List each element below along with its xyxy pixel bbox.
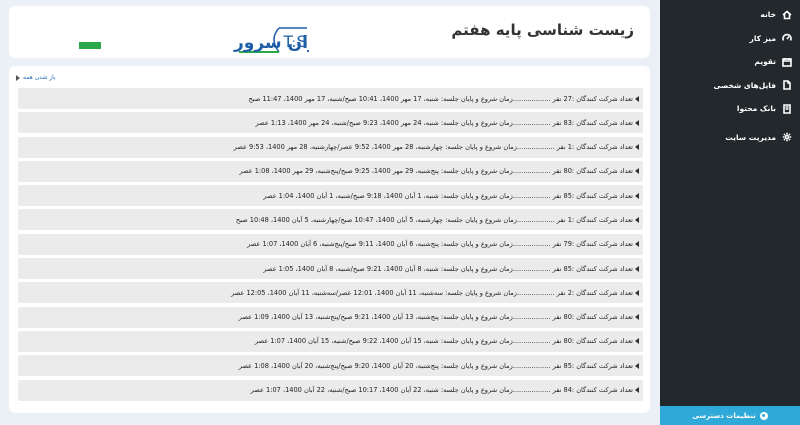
- accessibility-settings-button[interactable]: تنظیمات دسترسی: [660, 406, 800, 425]
- table-row[interactable]: تعداد شرکت کنندگان :2 نفر ..............…: [18, 282, 643, 304]
- accessibility-label: تنظیمات دسترسی: [692, 411, 756, 420]
- table-row[interactable]: تعداد شرکت کنندگان :27 نفر .............…: [18, 88, 643, 109]
- caret-left-icon: [635, 289, 639, 296]
- caret-left-icon: [635, 265, 639, 272]
- gear-icon: [781, 132, 792, 143]
- logo-site-text: تهران‌ سرور: [233, 33, 309, 53]
- caret-left-icon: [635, 119, 639, 126]
- caret-left-icon: [635, 168, 639, 175]
- file-icon: [781, 80, 792, 91]
- session-summary: تعداد شرکت کنندگان :2 نفر ..............…: [231, 288, 633, 297]
- sidebar-item-content-bank[interactable]: بانک محتوا: [660, 97, 800, 121]
- caret-left-icon: [635, 144, 639, 151]
- caret-left-icon: [635, 192, 639, 199]
- session-summary: تعداد شرکت کنندگان :80 نفر .............…: [238, 313, 633, 322]
- table-row[interactable]: تعداد شرکت کنندگان :79 نفر .............…: [18, 233, 643, 255]
- session-summary: تعداد شرکت کنندگان :79 نفر .............…: [247, 240, 633, 249]
- sidebar-item-label: فایل‌های شخصی: [713, 80, 777, 90]
- caret-left-icon: [635, 95, 639, 102]
- sidebar-item-label: خانه: [760, 10, 776, 20]
- sessions-panel: باز شدن همه تعداد شرکت کنندگان :27 نفر .…: [9, 66, 650, 413]
- caret-left-icon: [635, 216, 639, 223]
- session-summary: تعداد شرکت کنندگان :85 نفر .............…: [263, 264, 633, 273]
- caret-right-icon: [16, 74, 20, 81]
- sidebar-item-site-admin[interactable]: مدیریت سایت: [660, 126, 800, 150]
- session-summary: تعداد شرکت کنندگان :80 نفر .............…: [254, 337, 633, 346]
- session-summary: تعداد شرکت کنندگان :1 نفر ..............…: [233, 143, 633, 152]
- table-row[interactable]: تعداد شرکت کنندگان :1 نفر ..............…: [18, 209, 643, 231]
- sidebar-item-personal-files[interactable]: فایل‌های شخصی: [660, 74, 800, 98]
- dashboard-icon: [781, 33, 792, 44]
- table-row[interactable]: تعداد شرکت کنندگان :85 نفر .............…: [18, 258, 643, 280]
- caret-left-icon: [635, 387, 639, 394]
- sidebar-item-label: مدیریت سایت: [725, 132, 776, 142]
- sidebar: خانه میز کار تقویم فایل‌های شخصی بانک مح…: [660, 0, 800, 425]
- table-row[interactable]: تعداد شرکت کنندگان :1 نفر ..............…: [18, 136, 643, 158]
- session-summary: تعداد شرکت کنندگان :85 نفر .............…: [238, 361, 633, 370]
- caret-left-icon: [635, 314, 639, 321]
- sidebar-item-calendar[interactable]: تقویم: [660, 50, 800, 74]
- sidebar-item-label: بانک محتوا: [736, 104, 776, 114]
- table-row[interactable]: تعداد شرکت کنندگان :85 نفر .............…: [18, 355, 643, 377]
- session-summary: تعداد شرکت کنندگان :27 نفر .............…: [248, 94, 633, 103]
- table-row[interactable]: تعداد شرکت کنندگان :85 نفر .............…: [18, 185, 643, 207]
- session-summary: تعداد شرکت کنندگان :85 نفر .............…: [263, 191, 633, 200]
- expand-all-label: باز شدن همه: [23, 74, 56, 81]
- sidebar-item-home[interactable]: خانه: [660, 3, 800, 27]
- caret-left-icon: [635, 241, 639, 248]
- accessibility-icon: [759, 411, 768, 420]
- table-row[interactable]: تعداد شرکت کنندگان :83 نفر .............…: [18, 112, 643, 134]
- sidebar-item-label: میز کار: [749, 33, 776, 43]
- home-icon: [781, 9, 792, 20]
- page-header: زیست شناسی پایه هفتم T.S تهران‌ سرور: [9, 6, 650, 58]
- table-row[interactable]: تعداد شرکت کنندگان :80 نفر .............…: [18, 330, 643, 352]
- calendar-icon: [781, 56, 792, 67]
- table-row[interactable]: تعداد شرکت کنندگان :80 نفر .............…: [18, 160, 643, 182]
- table-row[interactable]: تعداد شرکت کنندگان :84 نفر .............…: [18, 379, 643, 401]
- sidebar-item-label: تقویم: [754, 57, 776, 67]
- sidebar-item-dashboard[interactable]: میز کار: [660, 27, 800, 51]
- session-summary: تعداد شرکت کنندگان :84 نفر .............…: [250, 386, 633, 395]
- page-title: زیست شناسی پایه هفتم: [451, 21, 634, 39]
- session-list: تعداد شرکت کنندگان :27 نفر .............…: [18, 88, 643, 404]
- expand-all-link[interactable]: باز شدن همه: [16, 74, 56, 81]
- bank-icon: [781, 103, 792, 114]
- site-logo[interactable]: T.S تهران‌ سرور: [79, 24, 309, 54]
- caret-left-icon: [635, 362, 639, 369]
- session-summary: تعداد شرکت کنندگان :80 نفر .............…: [239, 167, 633, 176]
- caret-left-icon: [635, 338, 639, 345]
- session-summary: تعداد شرکت کنندگان :83 نفر .............…: [255, 118, 633, 127]
- table-row[interactable]: تعداد شرکت کنندگان :80 نفر .............…: [18, 306, 643, 328]
- session-summary: تعداد شرکت کنندگان :1 نفر ..............…: [235, 215, 633, 224]
